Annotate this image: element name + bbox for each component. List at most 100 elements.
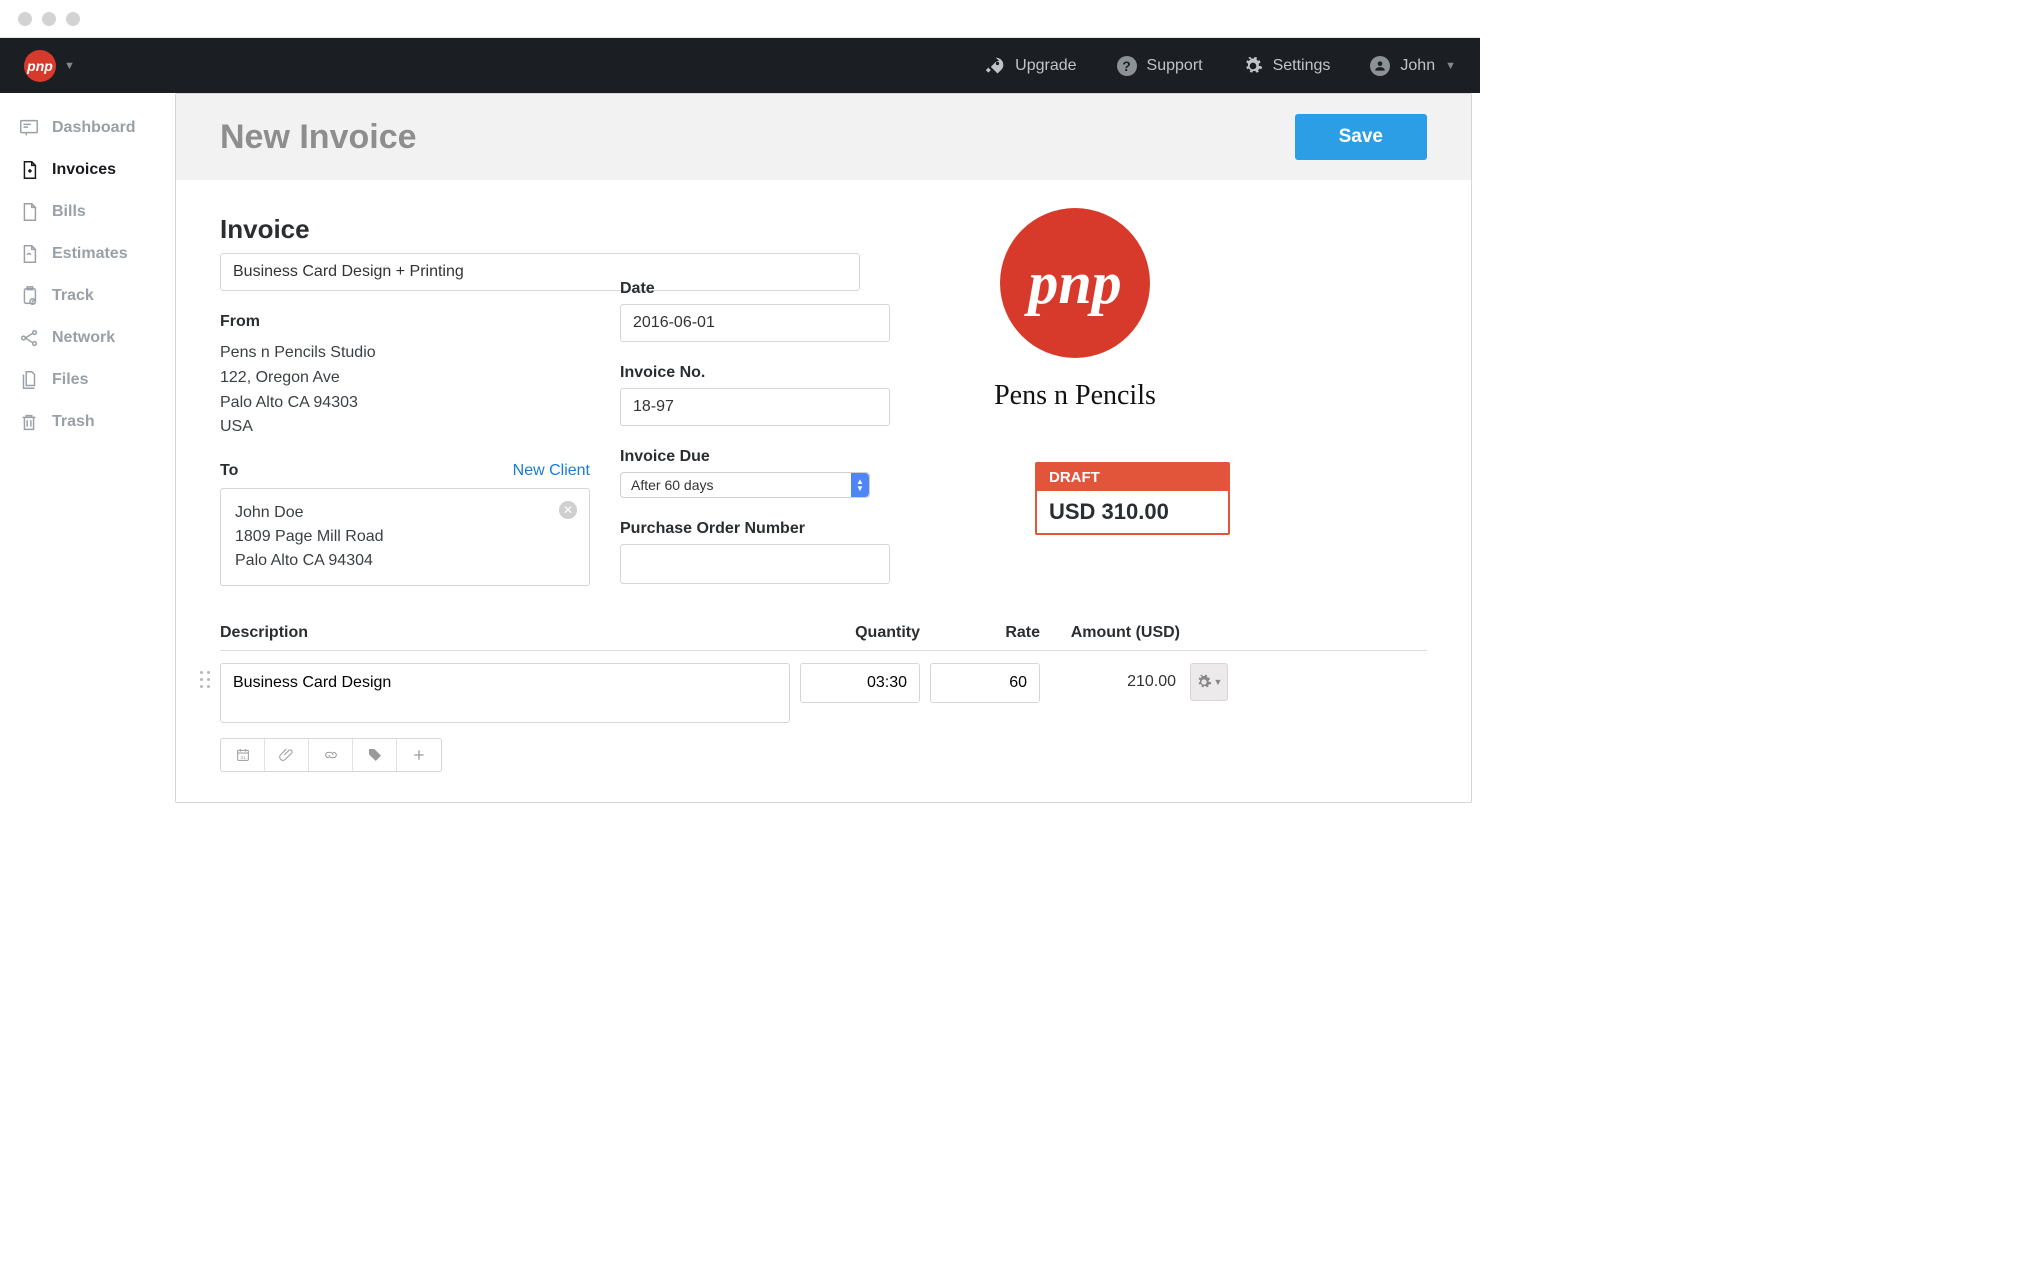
to-city: Palo Alto CA 94304 xyxy=(235,549,575,573)
po-input[interactable] xyxy=(620,544,890,584)
po-label: Purchase Order Number xyxy=(620,520,890,538)
drag-handle-icon[interactable] xyxy=(200,671,211,689)
sidebar-item-bills[interactable]: Bills xyxy=(10,191,175,233)
app-window: pnp ▼ Upgrade ? Support Settings John ▼ … xyxy=(0,0,1480,803)
from-name: Pens n Pencils Studio xyxy=(220,341,590,366)
content-area: New Invoice Save Invoice From Pens n Pen… xyxy=(175,93,1480,803)
main-layout: Dashboard Invoices Bills Estimates Track… xyxy=(0,93,1480,803)
from-country: USA xyxy=(220,415,590,440)
sidebar: Dashboard Invoices Bills Estimates Track… xyxy=(0,93,175,803)
brand-logo-large-icon: pnp xyxy=(1000,208,1150,358)
middle-column: Date Invoice No. Invoice Due After 60 da… xyxy=(620,214,890,586)
network-icon xyxy=(18,327,40,349)
item-rate-input[interactable] xyxy=(930,663,1040,703)
sidebar-item-label: Dashboard xyxy=(52,119,136,137)
sidebar-item-files[interactable]: Files xyxy=(10,359,175,401)
item-tag-button[interactable] xyxy=(353,739,397,771)
to-label: To xyxy=(220,462,238,480)
brand-logo-icon: pnp xyxy=(24,50,56,82)
sidebar-item-dashboard[interactable]: Dashboard xyxy=(10,107,175,149)
item-date-button[interactable]: 31 xyxy=(221,739,265,771)
maximize-window-icon[interactable] xyxy=(66,12,80,26)
due-select-value: After 60 days xyxy=(620,472,870,498)
sidebar-item-label: Invoices xyxy=(52,161,116,179)
bills-icon xyxy=(18,201,40,223)
chevron-down-icon: ▼ xyxy=(64,60,75,72)
sidebar-item-label: Track xyxy=(52,287,94,305)
save-button[interactable]: Save xyxy=(1295,114,1427,160)
estimates-icon xyxy=(18,243,40,265)
nav-support[interactable]: ? Support xyxy=(1117,56,1203,76)
brand-block: pnp Pens n Pencils xyxy=(920,208,1230,412)
nav-settings[interactable]: Settings xyxy=(1243,56,1331,76)
help-icon: ? xyxy=(1117,56,1137,76)
paperclip-icon xyxy=(279,747,295,763)
from-city: Palo Alto CA 94303 xyxy=(220,391,590,416)
status-amount: USD 310.00 xyxy=(1037,491,1228,533)
tag-icon xyxy=(367,747,383,763)
calendar-icon: 31 xyxy=(235,747,251,763)
gear-icon xyxy=(1196,674,1212,690)
track-icon xyxy=(18,285,40,307)
chevron-down-icon: ▼ xyxy=(1214,677,1223,687)
link-icon xyxy=(323,747,339,763)
close-window-icon[interactable] xyxy=(18,12,32,26)
brand-menu[interactable]: pnp ▼ xyxy=(24,50,75,82)
date-input[interactable] xyxy=(620,304,890,342)
item-settings-button[interactable]: ▼ xyxy=(1190,663,1228,701)
status-badge: DRAFT xyxy=(1037,464,1228,491)
due-select[interactable]: After 60 days ▲▼ xyxy=(620,472,870,498)
item-toolbar: 31 xyxy=(220,738,442,772)
left-column: Invoice From Pens n Pencils Studio 122, … xyxy=(220,214,590,586)
files-icon xyxy=(18,369,40,391)
sidebar-item-invoices[interactable]: Invoices xyxy=(10,149,175,191)
rocket-icon xyxy=(985,56,1005,76)
col-amount: Amount (USD) xyxy=(1050,624,1180,642)
date-label: Date xyxy=(620,280,890,298)
sidebar-item-network[interactable]: Network xyxy=(10,317,175,359)
nav-upgrade[interactable]: Upgrade xyxy=(985,56,1076,76)
due-label: Invoice Due xyxy=(620,448,890,466)
gear-icon xyxy=(1243,56,1263,76)
brand-name: Pens n Pencils xyxy=(994,380,1156,412)
item-quantity-input[interactable] xyxy=(800,663,920,703)
sidebar-item-label: Estimates xyxy=(52,245,128,263)
item-add-button[interactable] xyxy=(397,739,441,771)
invno-label: Invoice No. xyxy=(620,364,890,382)
to-street: 1809 Page Mill Road xyxy=(235,525,575,549)
invno-input[interactable] xyxy=(620,388,890,426)
plus-icon xyxy=(411,747,427,763)
status-box: DRAFT USD 310.00 xyxy=(1035,462,1230,535)
item-description-input[interactable] xyxy=(220,663,790,723)
col-description: Description xyxy=(220,624,790,642)
panel-body: Invoice From Pens n Pencils Studio 122, … xyxy=(176,180,1471,616)
chevron-down-icon: ▼ xyxy=(1445,60,1456,72)
item-link-button[interactable] xyxy=(309,739,353,771)
item-amount: 210.00 xyxy=(1050,663,1180,691)
sidebar-item-label: Bills xyxy=(52,203,86,221)
dashboard-icon xyxy=(18,117,40,139)
user-avatar-icon xyxy=(1370,56,1390,76)
col-quantity: Quantity xyxy=(800,624,920,642)
page-title: New Invoice xyxy=(220,118,417,157)
col-rate: Rate xyxy=(930,624,1040,642)
sidebar-item-track[interactable]: Track xyxy=(10,275,175,317)
line-items-header: Description Quantity Rate Amount (USD) xyxy=(220,616,1427,651)
sidebar-item-trash[interactable]: Trash xyxy=(10,401,175,443)
sidebar-item-label: Files xyxy=(52,371,88,389)
line-items: Description Quantity Rate Amount (USD) 3… xyxy=(176,616,1471,802)
nav-user-menu[interactable]: John ▼ xyxy=(1370,56,1456,76)
minimize-window-icon[interactable] xyxy=(42,12,56,26)
invoice-section-title: Invoice xyxy=(220,214,590,245)
right-column: pnp Pens n Pencils DRAFT USD 310.00 xyxy=(920,214,1230,586)
to-client-box[interactable]: ✕ John Doe 1809 Page Mill Road Palo Alto… xyxy=(220,488,590,586)
sidebar-item-label: Trash xyxy=(52,413,95,431)
panel-header: New Invoice Save xyxy=(176,94,1471,180)
from-street: 122, Oregon Ave xyxy=(220,366,590,391)
sidebar-item-estimates[interactable]: Estimates xyxy=(10,233,175,275)
svg-text:31: 31 xyxy=(240,755,246,760)
new-client-link[interactable]: New Client xyxy=(513,462,590,480)
line-item-row: 31 210.00 ▼ xyxy=(220,651,1427,772)
from-address: Pens n Pencils Studio 122, Oregon Ave Pa… xyxy=(220,341,590,440)
item-attach-button[interactable] xyxy=(265,739,309,771)
